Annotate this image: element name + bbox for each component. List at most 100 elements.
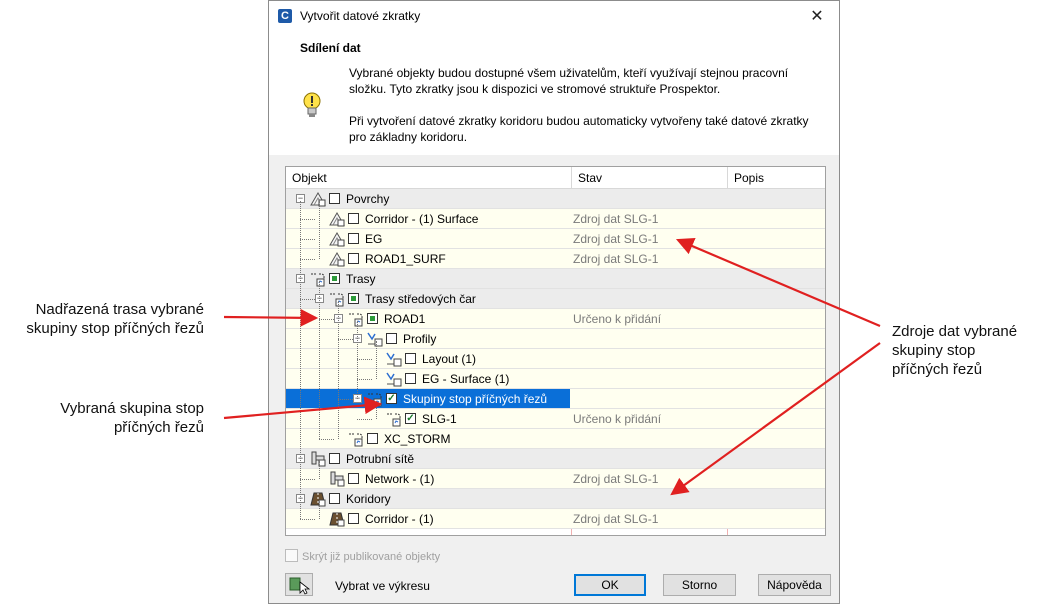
alignment-icon (348, 311, 364, 327)
tree-item-row[interactable]: EG Zdroj dat SLG-1 (286, 229, 825, 249)
grid-header: Objekt Stav Popis (286, 167, 825, 189)
object-cell[interactable]: EG (286, 229, 570, 248)
tree-category-row[interactable]: − Koridory (286, 489, 825, 509)
column-header-description[interactable]: Popis (734, 171, 764, 185)
tree-item-label: Network - (1) (365, 472, 435, 486)
callout-line: skupiny stop (892, 342, 976, 359)
tree-item-row[interactable]: ROAD1_SURF Zdroj dat SLG-1 (286, 249, 825, 269)
object-cell[interactable]: − Potrubní sítě (286, 449, 570, 468)
tree-item-row[interactable]: Corridor - (1) Zdroj dat SLG-1 (286, 509, 825, 529)
object-cell[interactable]: EG - Surface (1) (286, 369, 570, 388)
select-checkbox[interactable]: ✓ (386, 393, 397, 404)
select-checkbox[interactable] (348, 233, 359, 244)
alignment-icon (348, 431, 364, 447)
object-cell[interactable]: XC_STORM (286, 429, 570, 448)
callout-line: Nadřazená trasa vybrané (35, 301, 204, 318)
tree-category-row[interactable]: − Povrchy (286, 189, 825, 209)
tree-category-row[interactable]: − Trasy (286, 269, 825, 289)
state-cell: Zdroj dat SLG-1 (573, 472, 659, 486)
tree-item-label: Povrchy (346, 192, 390, 206)
callout-line: Zdroje dat vybrané (892, 323, 1018, 340)
object-cell[interactable]: Network - (1) (286, 469, 570, 488)
tree-item-row[interactable]: − ROAD1 Určeno k přidání (286, 309, 825, 329)
tree-category-row[interactable]: − Potrubní sítě (286, 449, 825, 469)
object-cell[interactable]: Corridor - (1) Surface (286, 209, 570, 228)
object-cell[interactable]: ✓ SLG-1 (286, 409, 570, 428)
callout-parent-alignment: Nadřazená trasa vybrané skupiny stop pří… (8, 300, 204, 338)
alignment-icon (329, 291, 345, 307)
object-cell[interactable]: − ROAD1 (286, 309, 570, 328)
select-checkbox[interactable] (348, 253, 359, 264)
select-checkbox[interactable] (348, 293, 359, 304)
tree-item-row[interactable]: Network - (1) Zdroj dat SLG-1 (286, 469, 825, 489)
tree-item-row[interactable]: ✓ SLG-1 Určeno k přidání (286, 409, 825, 429)
object-cell[interactable]: Layout (1) (286, 349, 570, 368)
section-heading: Sdílení dat (300, 41, 361, 55)
state-cell: Zdroj dat SLG-1 (573, 252, 659, 266)
tree-item-row[interactable]: Layout (1) (286, 349, 825, 369)
tree-category-row[interactable]: − Trasy středových čar (286, 289, 825, 309)
select-checkbox[interactable] (386, 333, 397, 344)
tree-item-row[interactable]: − Profily (286, 329, 825, 349)
hide-published-checkbox[interactable]: Skrýt již publikované objekty (285, 549, 440, 563)
tree-guide-line (319, 461, 320, 479)
select-checkbox[interactable] (329, 453, 340, 464)
description-text: Vybrané objekty budou dostupné všem uživ… (349, 66, 789, 96)
select-checkbox[interactable] (329, 193, 340, 204)
tree-item-label: EG (365, 232, 383, 246)
select-checkbox[interactable] (329, 493, 340, 504)
tree-item-row[interactable]: − ✓ Skupiny stop příčných řezů (286, 389, 825, 409)
pipe-network-icon (329, 471, 345, 487)
header-panel: Sdílení dat Vybrané objekty budou dostup… (269, 32, 839, 155)
help-button[interactable]: Nápověda (758, 574, 831, 596)
tree-item-row[interactable]: XC_STORM (286, 429, 825, 449)
object-cell[interactable]: − ✓ Skupiny stop příčných řezů (286, 389, 570, 408)
state-cell: Určeno k přidání (573, 312, 662, 326)
select-checkbox[interactable]: ✓ (405, 413, 416, 424)
select-checkbox[interactable] (367, 433, 378, 444)
select-checkbox[interactable] (348, 473, 359, 484)
select-checkbox[interactable] (348, 513, 359, 524)
state-cell: Zdroj dat SLG-1 (573, 232, 659, 246)
civil3d-app-icon: C (278, 9, 292, 23)
object-cell[interactable]: − Trasy středových čar (286, 289, 570, 308)
objects-grid[interactable]: Objekt Stav Popis − Povrchy Corridor - (1)… (285, 166, 826, 536)
select-checkbox[interactable] (329, 273, 340, 284)
tree-item-label: Trasy (346, 272, 376, 286)
select-checkbox[interactable] (348, 213, 359, 224)
corridor-icon (310, 491, 326, 507)
ok-button[interactable]: OK (574, 574, 646, 596)
select-checkbox[interactable] (405, 373, 416, 384)
select-checkbox[interactable] (405, 353, 416, 364)
pick-in-drawing-button[interactable] (285, 573, 313, 596)
object-cell[interactable]: − Trasy (286, 269, 570, 288)
tree-item-label: Layout (1) (422, 352, 477, 366)
tree-guide-line (376, 401, 377, 419)
object-cell[interactable]: − Koridory (286, 489, 570, 508)
tree-item-label: XC_STORM (384, 432, 451, 446)
grid-body: − Povrchy Corridor - (1) Surface Zdroj dat … (286, 189, 825, 535)
alignment-icon (310, 271, 326, 287)
column-header-object[interactable]: Objekt (292, 171, 327, 185)
select-checkbox[interactable] (367, 313, 378, 324)
surface-icon (329, 231, 345, 247)
object-cell[interactable]: ROAD1_SURF (286, 249, 570, 268)
object-cell[interactable]: − Profily (286, 329, 570, 348)
surface-icon (329, 251, 345, 267)
close-button[interactable]: ✕ (795, 1, 839, 32)
tree-item-row[interactable]: EG - Surface (1) (286, 369, 825, 389)
cancel-button[interactable]: Storno (663, 574, 736, 596)
corridor-icon (329, 511, 345, 527)
tree-item-label: SLG-1 (422, 412, 457, 426)
callout-line: příčných řezů (892, 361, 983, 378)
tree-item-row[interactable]: Corridor - (1) Surface Zdroj dat SLG-1 (286, 209, 825, 229)
hide-published-box[interactable] (285, 549, 298, 562)
alignment-icon (367, 391, 383, 407)
callout-line: příčných řezů (113, 419, 204, 436)
column-header-state[interactable]: Stav (578, 171, 602, 185)
pick-cursor-icon (289, 577, 311, 595)
object-cell[interactable]: Corridor - (1) (286, 509, 570, 528)
profile-icon (367, 331, 383, 347)
object-cell[interactable]: − Povrchy (286, 189, 570, 208)
state-cell: Zdroj dat SLG-1 (573, 212, 659, 226)
